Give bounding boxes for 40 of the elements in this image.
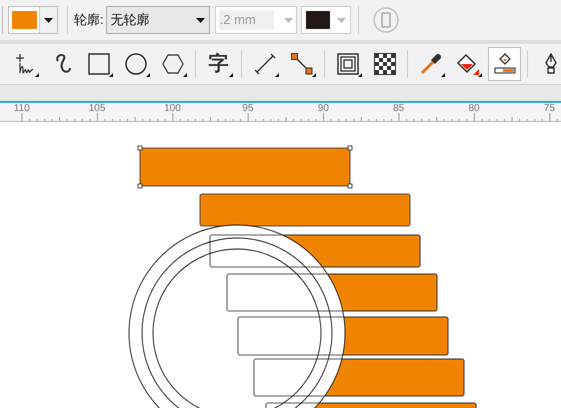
ruler-label: 100: [163, 103, 182, 115]
ruler-label: 95: [241, 103, 254, 115]
connector-icon: [290, 53, 312, 75]
fill-color-picker[interactable]: [8, 6, 58, 34]
paint-bucket-icon: [456, 53, 480, 75]
flyout-corner-icon: [109, 73, 113, 77]
caret-icon: [196, 18, 205, 22]
ruler-label: 75: [542, 103, 556, 115]
ruler-label: 90: [316, 103, 330, 115]
flyout-corner-icon: [35, 73, 39, 77]
text-tool-glyph: 字: [208, 54, 228, 74]
ruler-label: 105: [88, 103, 106, 115]
eyedropper-icon: [420, 53, 442, 75]
checkerboard-icon: [374, 53, 396, 75]
flyout-corner-icon: [183, 73, 187, 77]
fill-bar-icon: [494, 53, 516, 75]
outline-label: 轮廓:: [74, 11, 104, 30]
flyout-corner-icon: [146, 73, 150, 77]
hexagon-icon: [162, 54, 184, 74]
ruler-label: 85: [392, 103, 406, 115]
concentric-squares-icon: [336, 53, 358, 75]
ruler-label: 110: [12, 103, 31, 115]
caret-icon: [284, 18, 293, 22]
freehand-icon: [14, 53, 34, 75]
flyout-corner-icon: [275, 73, 279, 77]
tool-button[interactable]: [488, 47, 521, 81]
tool-button[interactable]: 字: [202, 47, 235, 81]
pen-nib-icon: [542, 53, 558, 75]
flyout-corner-icon: [441, 73, 445, 77]
flyout-corner-icon: [358, 73, 362, 77]
flyout-corner-icon: [229, 73, 233, 77]
flyout-corner-icon: [478, 73, 482, 77]
outline-style-dropdown[interactable]: 无轮廓: [106, 6, 210, 34]
caret-icon: [336, 18, 346, 22]
rectangle-icon: [88, 53, 110, 75]
flyout-corner-icon: [312, 73, 316, 77]
ruler-label: 80: [467, 103, 481, 115]
dimension-line-icon: [254, 53, 276, 75]
caret-icon: [44, 18, 53, 22]
circle-icon: [124, 53, 146, 75]
